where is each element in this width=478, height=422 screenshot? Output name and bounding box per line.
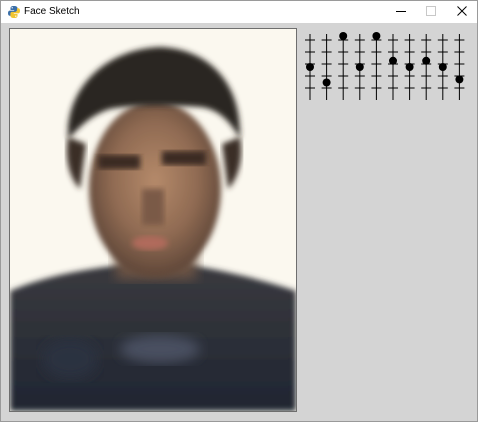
slider-knob[interactable]	[306, 63, 314, 71]
slider-1[interactable]	[305, 34, 315, 100]
slider-5[interactable]	[371, 32, 382, 100]
client-area	[1, 23, 477, 421]
maximize-button[interactable]	[416, 1, 446, 23]
slider-8[interactable]	[421, 34, 432, 100]
sliders-drawing	[305, 32, 465, 100]
face-image-drawing	[10, 29, 296, 411]
slider-knob[interactable]	[339, 32, 348, 40]
app-window: Face Sketch	[0, 0, 478, 422]
minimize-icon	[396, 3, 406, 21]
slider-9[interactable]	[437, 34, 448, 100]
close-icon	[457, 3, 467, 21]
python-icon	[8, 5, 20, 19]
title-bar[interactable]: Face Sketch	[1, 1, 477, 23]
slider-2[interactable]	[321, 34, 332, 100]
slider-knob[interactable]	[389, 56, 397, 65]
latent-sliders-panel	[304, 30, 470, 104]
generated-face-image	[9, 28, 297, 412]
slider-7[interactable]	[404, 34, 415, 100]
slider-knob[interactable]	[438, 63, 447, 71]
slider-6[interactable]	[388, 34, 398, 100]
slider-knob[interactable]	[455, 75, 464, 84]
slider-3[interactable]	[338, 32, 349, 100]
slider-knob[interactable]	[422, 56, 431, 65]
slider-knob[interactable]	[322, 78, 331, 87]
slider-4[interactable]	[354, 34, 365, 100]
slider-10[interactable]	[454, 34, 465, 100]
maximize-icon	[426, 3, 436, 21]
minimize-button[interactable]	[386, 1, 416, 23]
slider-knob[interactable]	[405, 63, 414, 71]
window-title: Face Sketch	[24, 6, 80, 17]
slider-knob[interactable]	[372, 32, 381, 40]
close-button[interactable]	[447, 1, 477, 23]
slider-knob[interactable]	[355, 63, 364, 71]
